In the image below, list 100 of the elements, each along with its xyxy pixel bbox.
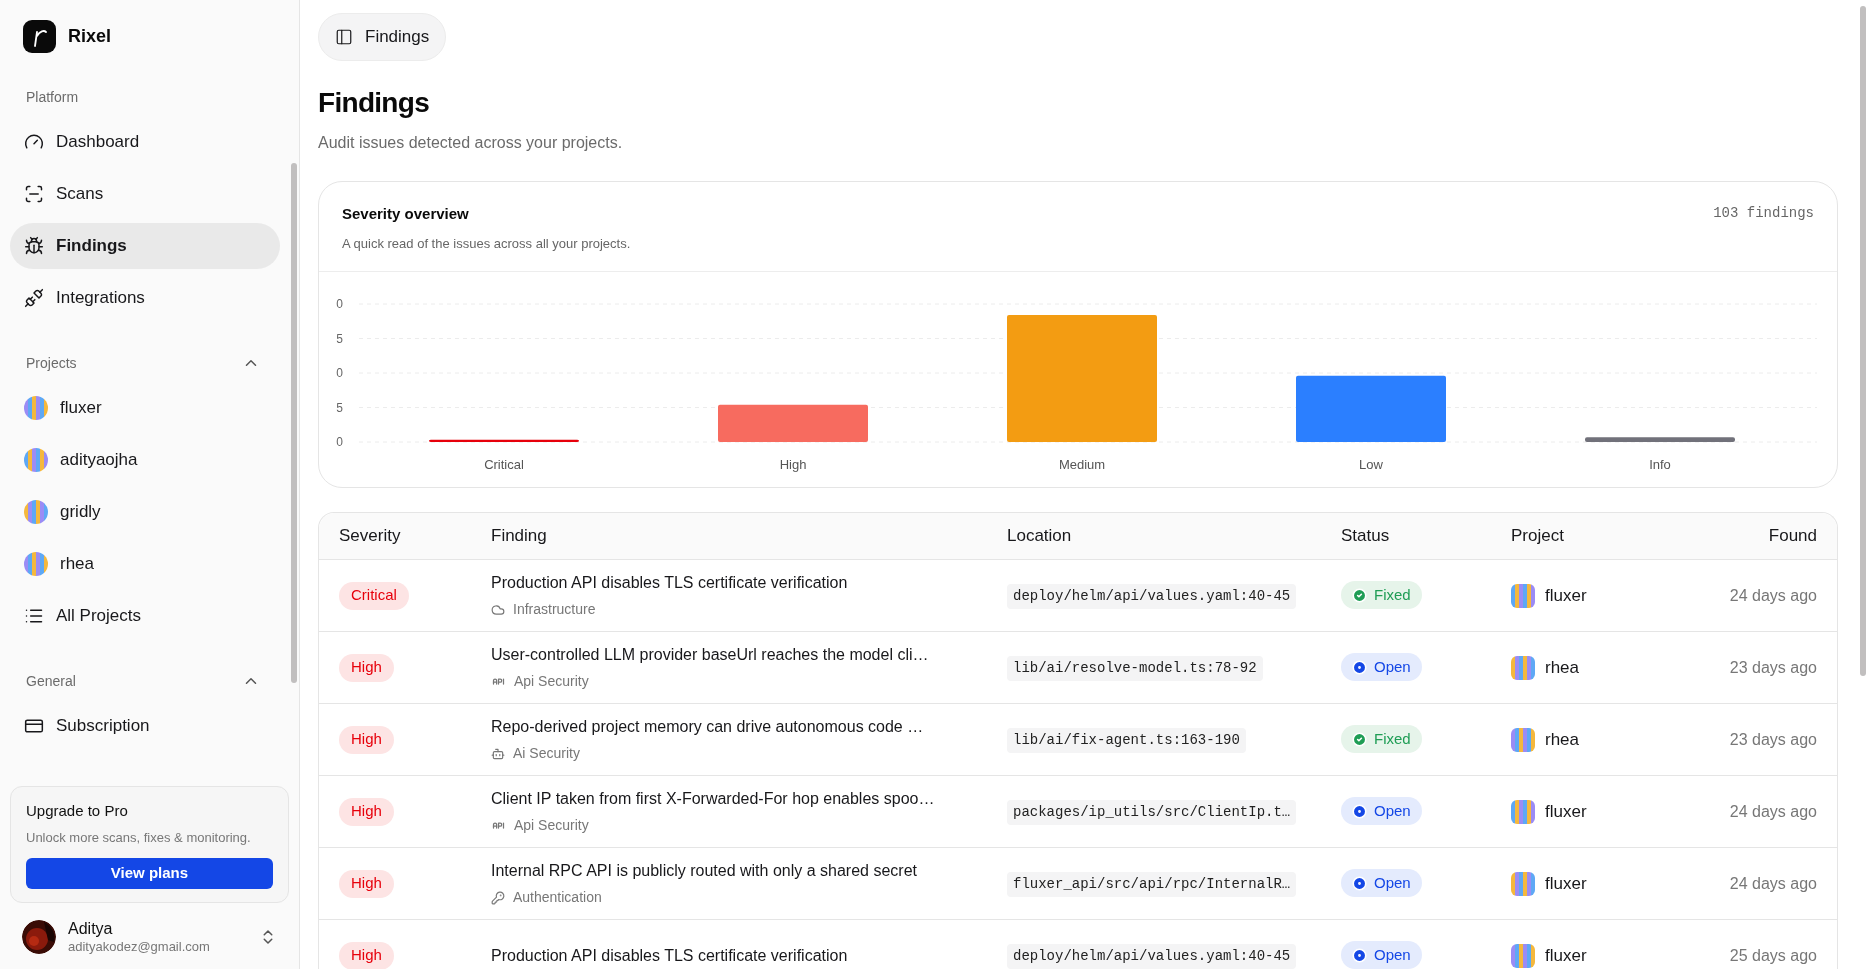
severity-badge: High bbox=[339, 725, 394, 754]
column-header: Status bbox=[1341, 525, 1391, 548]
location-code: fluxer_api/src/api/rpc/InternalR… bbox=[1007, 871, 1297, 897]
axis-tick-label: 5 bbox=[336, 400, 343, 415]
project-name: fluxer bbox=[1545, 872, 1587, 895]
sidebar-item[interactable]: Subscription bbox=[10, 703, 280, 749]
found-time: 25 days ago bbox=[1729, 945, 1817, 966]
column-header: Location bbox=[1007, 525, 1073, 548]
list-icon bbox=[24, 606, 44, 626]
project-avatar-icon bbox=[1511, 871, 1535, 896]
sidebar-item[interactable]: Scans bbox=[10, 171, 280, 217]
sidebar-item[interactable]: All Projects bbox=[10, 593, 280, 639]
bug-icon bbox=[24, 236, 44, 256]
location-code: packages/ip_utils/src/ClientIp.t… bbox=[1007, 799, 1297, 825]
status-badge: Open bbox=[1341, 869, 1422, 898]
sidebar-toggle-icon bbox=[335, 28, 353, 46]
axis-tick-label: 5 bbox=[336, 331, 343, 346]
sidebar-item[interactable]: rhea bbox=[10, 541, 280, 587]
dot-circle-icon bbox=[1352, 875, 1367, 891]
sidebar-item[interactable]: Findings bbox=[10, 223, 280, 269]
project-avatar-icon bbox=[24, 448, 48, 472]
project-name: rhea bbox=[1545, 728, 1580, 751]
dot-circle-icon bbox=[1352, 659, 1367, 675]
gauge-icon bbox=[24, 132, 44, 152]
key-icon bbox=[491, 890, 505, 905]
project-name: fluxer bbox=[1545, 944, 1587, 967]
status-badge: Fixed bbox=[1341, 725, 1422, 754]
view-plans-button[interactable]: View plans bbox=[26, 857, 273, 889]
project-name: fluxer bbox=[1545, 800, 1587, 823]
location-code: deploy/helm/api/values.yaml:40-45 bbox=[1007, 583, 1297, 609]
findings-count: 103 findings bbox=[1713, 204, 1814, 223]
project-avatar-icon bbox=[1511, 943, 1535, 968]
sidebar-item[interactable]: fluxer bbox=[10, 385, 280, 431]
finding-title[interactable]: Internal RPC API is publicly routed with only a shared secret bbox=[491, 859, 1007, 883]
logo-icon bbox=[23, 20, 56, 53]
project-avatar-icon bbox=[24, 500, 48, 524]
sidebar-item[interactable]: Dashboard bbox=[10, 119, 280, 165]
robot-icon bbox=[491, 746, 505, 761]
severity-badge: Critical bbox=[339, 581, 409, 610]
location-code: deploy/helm/api/values.yaml:40-45 bbox=[1007, 943, 1297, 969]
project-avatar-icon bbox=[1511, 583, 1535, 608]
severity-badge: High bbox=[339, 653, 394, 682]
page-title: Findings bbox=[318, 89, 431, 117]
plug-icon bbox=[24, 288, 44, 308]
axis-category-label: Critical bbox=[484, 457, 524, 472]
brand-name: Rixel bbox=[68, 25, 112, 48]
page-scrollbar-thumb[interactable] bbox=[1860, 6, 1866, 676]
upgrade-title: Upgrade to Pro bbox=[26, 800, 129, 821]
section-label: Projects bbox=[26, 353, 77, 373]
sidebar-item[interactable]: Integrations bbox=[10, 275, 280, 321]
sidebar-item[interactable]: gridly bbox=[10, 489, 280, 535]
finding-category: Infrastructure bbox=[513, 600, 596, 619]
finding-title[interactable]: Repo-derived project memory can drive autonomous code … bbox=[491, 715, 1007, 739]
card-title: Severity overview bbox=[342, 204, 470, 224]
column-header: Finding bbox=[491, 525, 548, 548]
column-header: Severity bbox=[339, 525, 402, 548]
credit-card-icon bbox=[24, 716, 44, 736]
section-label: General bbox=[26, 671, 76, 691]
finding-category: Ai Security bbox=[513, 744, 580, 763]
page-subtitle: Audit issues detected across your projects. bbox=[318, 133, 624, 153]
cloud-icon bbox=[491, 602, 505, 617]
severity-badge: High bbox=[339, 797, 394, 826]
finding-category: Api Security bbox=[514, 816, 589, 835]
finding-title[interactable]: Production API disables TLS certificate verification bbox=[491, 943, 1007, 968]
dot-circle-icon bbox=[1352, 803, 1367, 819]
user-email: adityakodez@gmail.com bbox=[68, 938, 211, 955]
found-time: 24 days ago bbox=[1729, 801, 1817, 822]
finding-title[interactable]: Production API disables TLS certificate verification bbox=[491, 571, 1007, 595]
finding-title[interactable]: User-controlled LLM provider baseUrl reaches the model cli… bbox=[491, 643, 1007, 667]
column-header: Project bbox=[1511, 525, 1565, 548]
status-badge: Fixed bbox=[1341, 581, 1422, 610]
axis-tick-label: 0 bbox=[336, 366, 343, 380]
axis-category-label: Info bbox=[1649, 457, 1671, 472]
status-badge: Open bbox=[1341, 941, 1422, 969]
scrollbar-thumb[interactable] bbox=[291, 163, 297, 683]
check-circle-icon bbox=[1352, 587, 1367, 603]
location-code: lib/ai/resolve-model.ts:78-92 bbox=[1007, 655, 1263, 681]
finding-title[interactable]: Client IP taken from first X-Forwarded-For hop enables spoo… bbox=[491, 787, 1007, 811]
project-avatar-icon bbox=[1511, 727, 1535, 752]
project-avatar-icon bbox=[1511, 655, 1535, 680]
project-avatar-icon bbox=[24, 552, 48, 576]
status-badge: Open bbox=[1341, 797, 1422, 826]
user-name: Aditya bbox=[68, 918, 114, 939]
sidebar-item[interactable]: adityaojha bbox=[10, 437, 280, 483]
project-avatar-icon bbox=[24, 396, 48, 420]
severity-badge: High bbox=[339, 869, 394, 898]
found-time: 24 days ago bbox=[1729, 585, 1817, 606]
axis-category-label: Medium bbox=[1058, 457, 1106, 472]
finding-category: Api Security bbox=[514, 672, 589, 691]
project-avatar-icon bbox=[1511, 799, 1535, 824]
breadcrumb-button[interactable]: Findings bbox=[318, 13, 447, 61]
dot-circle-icon bbox=[1352, 947, 1367, 963]
found-time: 24 days ago bbox=[1729, 873, 1817, 894]
found-time: 23 days ago bbox=[1729, 657, 1817, 678]
project-name: rhea bbox=[1545, 656, 1580, 679]
axis-category-label: High bbox=[779, 457, 807, 472]
axis-category-label: Low bbox=[1359, 457, 1383, 472]
location-code: lib/ai/fix-agent.ts:163-190 bbox=[1007, 727, 1246, 753]
card-subtitle: A quick read of the issues across all your projects. bbox=[342, 234, 631, 253]
column-header: Found bbox=[1768, 525, 1817, 548]
